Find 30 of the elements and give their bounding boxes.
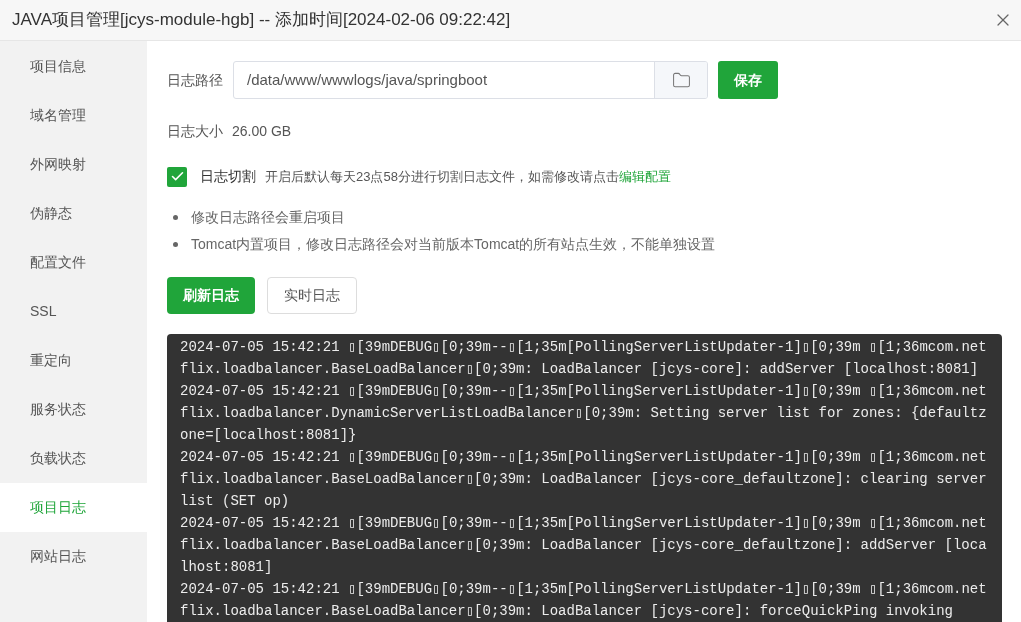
path-input[interactable]: /data/www/wwwlogs/java/springboot [234,68,654,92]
sidebar-item[interactable]: SSL [0,287,147,336]
bullet-icon [173,242,178,247]
checkbox-label: 日志切割 [200,167,256,186]
log-line: 2024-07-05 15:42:21 ▯[39mDEBUG▯[0;39m--▯[1;35m[PollingServerListUpdater-1]▯[0;39m ▯[1;36mcom.netflix.loadbalancer.BaseLoadBalancer▯[0;39m: LoadBalancer [jcys-core]: addServer [localhost:8081] [180,338,988,379]
window-title: JAVA项目管理[jcys-module-hgb] -- 添加时间[2024-02-06 09:22:42] [12,9,511,32]
sidebar-item[interactable]: 配置文件 [0,238,147,287]
log-line: 2024-07-05 15:42:21 ▯[39mDEBUG▯[0;39m--▯[1;35m[PollingServerListUpdater-1]▯[0;39m ▯[1;36mcom.netflix.loadbalancer.BaseLoadBalancer▯[0;39m: LoadBalancer [jcys-core_defaultzone]: addServer [localhost:8081] [180,514,988,577]
note-text: 修改日志路径会重启项目 [191,208,345,227]
log-line: 2024-07-05 15:42:21 ▯[39mDEBUG▯[0;39m--▯[1;35m[PollingServerListUpdater-1]▯[0;39m ▯[1;36mcom.netflix.loadbalancer.DynamicServerListLoadBalancer▯[0;39m: Setting server list for zones: {defaultzone=[localhost:8081]} [180,382,988,445]
field-label: 日志路径 [167,70,223,90]
path-field[interactable]: /data/www/wwwlogs/java/springboot [233,61,708,99]
log-line: 2024-07-05 15:42:21 ▯[39mDEBUG▯[0;39m--▯[1;35m[PollingServerListUpdater-1]▯[0;39m ▯[1;36mcom.netflix.loadbalancer.BaseLoadBalancer▯[0;39m: LoadBalancer [jcys-core_defaultzone]: clearing server list (SET op) [180,448,988,511]
note-text: Tomcat内置项目，修改日志路径会对当前版本Tomcat的所有站点生效，不能单独设置 [191,235,716,254]
sidebar-item[interactable]: 网站日志 [0,532,147,581]
sidebar-item[interactable]: 外网映射 [0,140,147,189]
sidebar-item[interactable]: 负载状态 [0,434,147,483]
field-label: 日志大小 [167,122,223,141]
sidebar-item[interactable]: 项目信息 [0,42,147,91]
description: 开启后默认每天23点58分进行切割日志文件，如需修改请点击编辑配置 [265,167,671,186]
sidebar-item[interactable]: 服务状态 [0,385,147,434]
folder-icon[interactable] [654,62,707,98]
live-log-button[interactable]: 实时日志 [267,277,357,314]
sidebar-item[interactable]: 重定向 [0,336,147,385]
checkbox[interactable] [167,166,187,187]
log-line: 2024-07-05 15:42:21 ▯[39mDEBUG▯[0;39m--▯[1;35m[PollingServerListUpdater-1]▯[0;39m ▯[1;36mcom.netflix.loadbalancer.BaseLoadBalancer▯[0;39m: LoadBalancer [jcys-core]: forceQuickPing invoking [180,580,988,621]
sidebar-item[interactable]: 域名管理 [0,91,147,140]
bullet-icon [173,215,178,220]
sidebar-item[interactable]: 伪静态 [0,189,147,238]
log-size-value: 26.00 GB [232,122,292,141]
